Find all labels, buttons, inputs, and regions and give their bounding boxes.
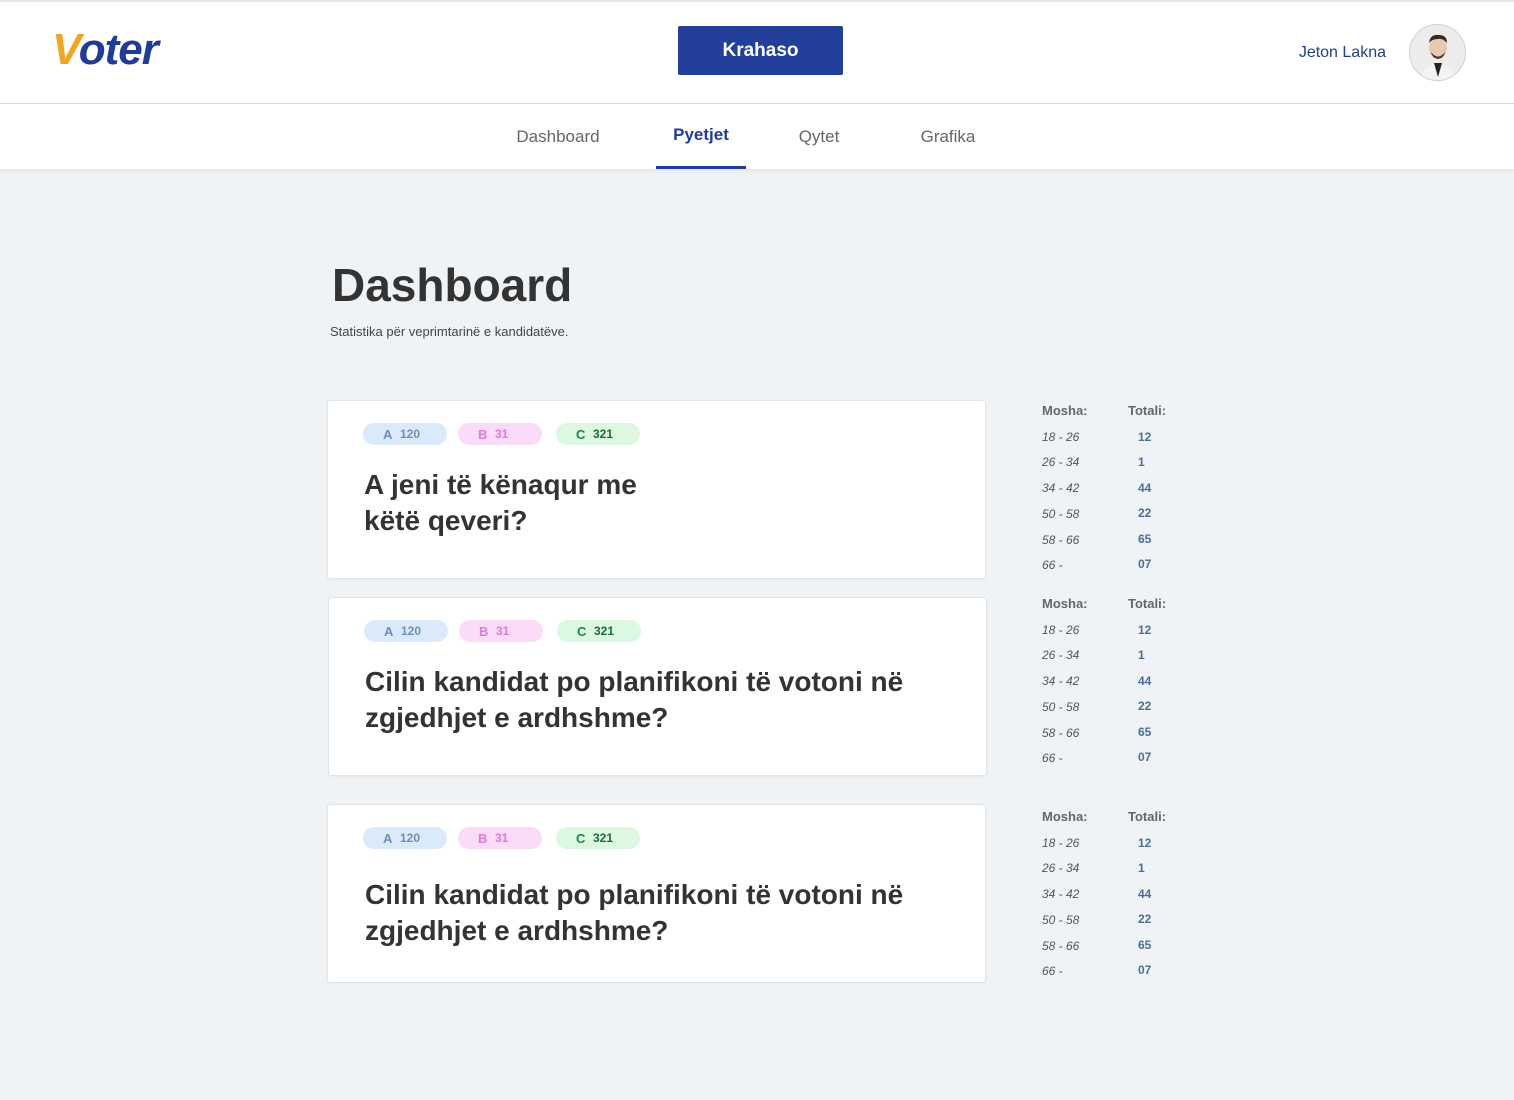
logo-text: oter [78, 25, 159, 74]
age-range: 18 - 26 [1042, 623, 1080, 637]
question-line: Cilin kandidat po planifikoni të votoni … [365, 879, 904, 910]
tab-pyetjet[interactable]: Pyetjet [656, 104, 746, 169]
badge-letter: C [577, 623, 587, 639]
badge-count: 321 [593, 427, 614, 441]
age-total: 22 [1138, 506, 1152, 520]
question-line: këtë qeveri? [364, 505, 528, 536]
badge-b: B 31 [458, 423, 542, 445]
age-range: 34 - 42 [1042, 887, 1080, 901]
top-header: Voter Krahaso Jeton Lakna [0, 0, 1514, 104]
total-header: Totali: [1128, 596, 1167, 611]
age-range: 66 - [1042, 964, 1063, 978]
question-text: A jeni të kënaqur me këtë qeveri? [364, 467, 637, 539]
badge-count: 321 [594, 624, 615, 638]
question-card[interactable]: A 120 B 31 C 321 Cilin kandidat po plani… [328, 597, 987, 776]
age-total: 12 [1138, 623, 1152, 637]
age-range: 26 - 34 [1042, 648, 1080, 662]
question-line: A jeni të kënaqur me [364, 469, 637, 500]
total-header: Totali: [1128, 403, 1167, 418]
badge-count: 31 [495, 427, 509, 441]
age-total: 07 [1138, 750, 1152, 764]
badge-letter: B [478, 830, 488, 846]
badge-letter: A [384, 623, 394, 639]
badge-letter: A [383, 426, 393, 442]
total-header: Totali: [1128, 809, 1167, 824]
age-total: 65 [1138, 532, 1152, 546]
age-range: 34 - 42 [1042, 481, 1080, 495]
compare-button[interactable]: Krahaso [678, 26, 843, 75]
age-header: Mosha: [1042, 403, 1088, 418]
badge-letter: C [576, 426, 586, 442]
tab-qytet[interactable]: Qytet [784, 104, 854, 169]
age-range: 50 - 58 [1042, 913, 1080, 927]
age-total: 44 [1138, 887, 1152, 901]
age-range: 18 - 26 [1042, 430, 1080, 444]
badge-c: C 321 [556, 827, 640, 849]
age-range: 50 - 58 [1042, 700, 1080, 714]
age-total: 07 [1138, 557, 1152, 571]
age-range: 50 - 58 [1042, 507, 1080, 521]
badge-count: 321 [593, 831, 614, 845]
age-total: 22 [1138, 699, 1152, 713]
age-total: 12 [1138, 430, 1152, 444]
page-title: Dashboard [332, 259, 573, 311]
badge-b: B 31 [458, 827, 542, 849]
badge-letter: B [479, 623, 489, 639]
badge-c: C 321 [557, 620, 641, 642]
nav-tabs: Dashboard Pyetjet Qytet Grafika [0, 104, 1514, 169]
age-total: 44 [1138, 481, 1152, 495]
age-range: 26 - 34 [1042, 861, 1080, 875]
age-total: 1 [1138, 648, 1145, 662]
age-range: 58 - 66 [1042, 533, 1080, 547]
age-range: 66 - [1042, 558, 1063, 572]
badge-count: 31 [495, 831, 509, 845]
age-range: 18 - 26 [1042, 836, 1080, 850]
badge-a: A 120 [363, 423, 447, 445]
page-subtitle: Statistika për veprimtarinë e kandidatëv… [330, 324, 569, 339]
age-range: 34 - 42 [1042, 674, 1080, 688]
tab-grafika[interactable]: Grafika [908, 104, 988, 169]
voter-logo[interactable]: Voter [52, 25, 159, 74]
age-total: 22 [1138, 912, 1152, 926]
question-text: Cilin kandidat po planifikoni të votoni … [365, 664, 903, 736]
badge-b: B 31 [459, 620, 543, 642]
badge-c: C 321 [556, 423, 640, 445]
age-total: 65 [1138, 725, 1152, 739]
question-line: zgjedhjet e ardhshme? [365, 702, 669, 733]
badge-count: 120 [401, 624, 422, 638]
badge-a: A 120 [363, 827, 447, 849]
badge-letter: C [576, 830, 586, 846]
age-range: 58 - 66 [1042, 939, 1080, 953]
age-range: 66 - [1042, 751, 1063, 765]
logo-v: V [52, 25, 80, 74]
avatar-icon [1410, 25, 1465, 80]
badge-letter: B [478, 426, 488, 442]
age-total: 65 [1138, 938, 1152, 952]
question-line: Cilin kandidat po planifikoni të votoni … [365, 666, 904, 697]
badge-a: A 120 [364, 620, 448, 642]
age-total: 1 [1138, 455, 1145, 469]
badge-letter: A [383, 830, 393, 846]
age-header: Mosha: [1042, 809, 1088, 824]
question-line: zgjedhjet e ardhshme? [365, 915, 669, 946]
user-name[interactable]: Jeton Lakna [1299, 44, 1386, 62]
age-range: 58 - 66 [1042, 726, 1080, 740]
age-range: 26 - 34 [1042, 455, 1080, 469]
age-header: Mosha: [1042, 596, 1088, 611]
badge-count: 31 [496, 624, 510, 638]
age-total: 1 [1138, 861, 1145, 875]
age-total: 07 [1138, 963, 1152, 977]
tab-dashboard[interactable]: Dashboard [508, 104, 608, 169]
question-card[interactable]: A 120 B 31 C 321 A jeni të kënaqur me kë… [327, 400, 986, 579]
age-total: 12 [1138, 836, 1152, 850]
user-avatar[interactable] [1409, 24, 1466, 81]
question-text: Cilin kandidat po planifikoni të votoni … [365, 877, 903, 949]
age-total: 44 [1138, 674, 1152, 688]
question-card[interactable]: A 120 B 31 C 321 Cilin kandidat po plani… [327, 804, 986, 983]
badge-count: 120 [400, 427, 421, 441]
badge-count: 120 [400, 831, 421, 845]
